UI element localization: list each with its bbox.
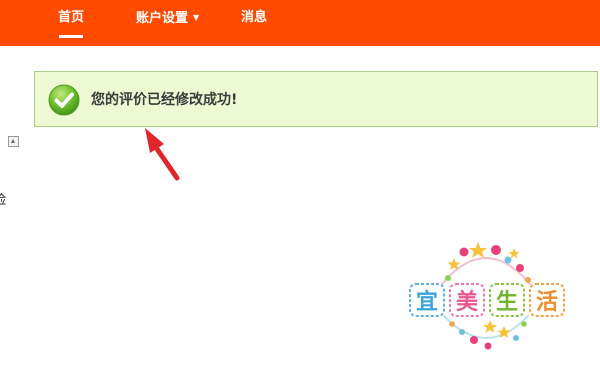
nav-home[interactable]: 首页 (58, 0, 84, 38)
success-message-text: 您的评价已经修改成功! (91, 92, 238, 108)
nav-account-settings-label: 账户设置 (136, 11, 189, 26)
success-message-box: 您的评价已经修改成功! (34, 71, 598, 127)
chevron-down-icon: ▼ (193, 13, 200, 22)
logo-char-2: 美 (456, 289, 479, 315)
logo-char-3: 生 (496, 290, 518, 315)
logo-char-4: 活 (536, 290, 558, 315)
yimei-life-logo: 宜 美 生 活 (409, 242, 565, 350)
side-partial-text: 险 (0, 189, 6, 208)
collapse-up-icon[interactable] (8, 136, 19, 147)
nav-messages[interactable]: 消息 (241, 0, 267, 38)
logo-char-1: 宜 (416, 289, 438, 315)
nav-account-settings[interactable]: 账户设置 ▼ (136, 0, 199, 38)
top-nav-bar: 首页 账户设置 ▼ 消息 (0, 0, 600, 46)
checkmark-circle-icon (48, 84, 80, 116)
red-arrow-icon (145, 128, 180, 181)
